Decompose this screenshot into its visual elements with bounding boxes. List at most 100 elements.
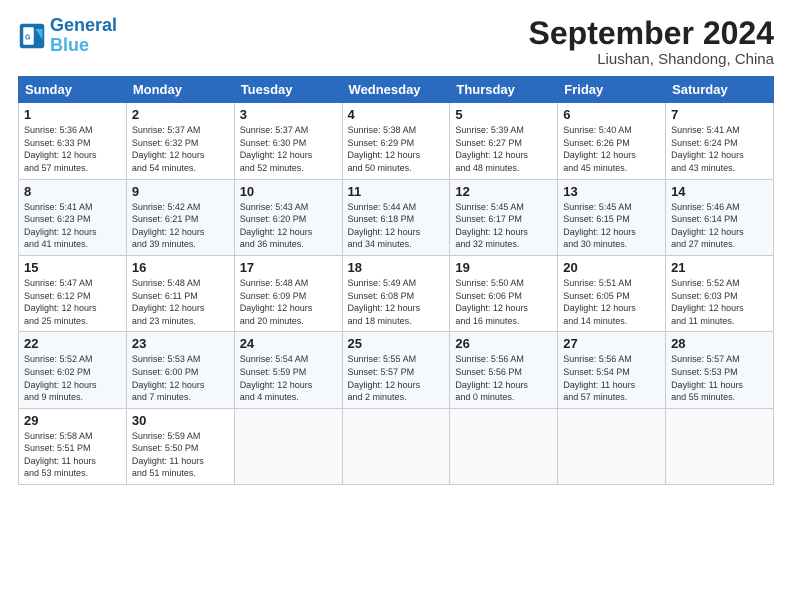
day-cell: 11 Sunrise: 5:44 AM Sunset: 6:18 PM Dayl… <box>342 179 450 255</box>
day-cell: 5 Sunrise: 5:39 AM Sunset: 6:27 PM Dayli… <box>450 103 558 179</box>
col-monday: Monday <box>126 77 234 103</box>
day-number: 29 <box>24 413 121 428</box>
day-info: Sunrise: 5:55 AM Sunset: 5:57 PM Dayligh… <box>348 353 445 403</box>
day-number: 10 <box>240 184 337 199</box>
week-row-1: 1 Sunrise: 5:36 AM Sunset: 6:33 PM Dayli… <box>19 103 774 179</box>
day-number: 3 <box>240 107 337 122</box>
day-info: Sunrise: 5:47 AM Sunset: 6:12 PM Dayligh… <box>24 277 121 327</box>
day-info: Sunrise: 5:41 AM Sunset: 6:24 PM Dayligh… <box>671 124 768 174</box>
day-number: 15 <box>24 260 121 275</box>
day-cell: 23 Sunrise: 5:53 AM Sunset: 6:00 PM Dayl… <box>126 332 234 408</box>
day-cell: 18 Sunrise: 5:49 AM Sunset: 6:08 PM Dayl… <box>342 255 450 331</box>
day-info: Sunrise: 5:48 AM Sunset: 6:11 PM Dayligh… <box>132 277 229 327</box>
week-row-5: 29 Sunrise: 5:58 AM Sunset: 5:51 PM Dayl… <box>19 408 774 484</box>
day-cell: 9 Sunrise: 5:42 AM Sunset: 6:21 PM Dayli… <box>126 179 234 255</box>
day-info: Sunrise: 5:38 AM Sunset: 6:29 PM Dayligh… <box>348 124 445 174</box>
day-info: Sunrise: 5:37 AM Sunset: 6:30 PM Dayligh… <box>240 124 337 174</box>
day-cell: 7 Sunrise: 5:41 AM Sunset: 6:24 PM Dayli… <box>666 103 774 179</box>
day-cell: 6 Sunrise: 5:40 AM Sunset: 6:26 PM Dayli… <box>558 103 666 179</box>
day-info: Sunrise: 5:59 AM Sunset: 5:50 PM Dayligh… <box>132 430 229 480</box>
day-number: 12 <box>455 184 552 199</box>
day-info: Sunrise: 5:52 AM Sunset: 6:02 PM Dayligh… <box>24 353 121 403</box>
day-cell <box>234 408 342 484</box>
day-number: 28 <box>671 336 768 351</box>
day-cell: 3 Sunrise: 5:37 AM Sunset: 6:30 PM Dayli… <box>234 103 342 179</box>
day-info: Sunrise: 5:42 AM Sunset: 6:21 PM Dayligh… <box>132 201 229 251</box>
col-thursday: Thursday <box>450 77 558 103</box>
day-number: 23 <box>132 336 229 351</box>
day-number: 21 <box>671 260 768 275</box>
day-cell <box>558 408 666 484</box>
day-number: 16 <box>132 260 229 275</box>
header-row: Sunday Monday Tuesday Wednesday Thursday… <box>19 77 774 103</box>
week-row-3: 15 Sunrise: 5:47 AM Sunset: 6:12 PM Dayl… <box>19 255 774 331</box>
day-number: 4 <box>348 107 445 122</box>
day-cell: 21 Sunrise: 5:52 AM Sunset: 6:03 PM Dayl… <box>666 255 774 331</box>
day-number: 5 <box>455 107 552 122</box>
day-info: Sunrise: 5:46 AM Sunset: 6:14 PM Dayligh… <box>671 201 768 251</box>
day-cell: 28 Sunrise: 5:57 AM Sunset: 5:53 PM Dayl… <box>666 332 774 408</box>
col-saturday: Saturday <box>666 77 774 103</box>
location-title: Liushan, Shandong, China <box>529 51 774 68</box>
logo: G General Blue <box>18 16 117 56</box>
day-info: Sunrise: 5:36 AM Sunset: 6:33 PM Dayligh… <box>24 124 121 174</box>
day-cell: 13 Sunrise: 5:45 AM Sunset: 6:15 PM Dayl… <box>558 179 666 255</box>
day-info: Sunrise: 5:56 AM Sunset: 5:56 PM Dayligh… <box>455 353 552 403</box>
day-info: Sunrise: 5:49 AM Sunset: 6:08 PM Dayligh… <box>348 277 445 327</box>
page-container: G General Blue September 2024 Liushan, S… <box>0 0 792 612</box>
day-info: Sunrise: 5:57 AM Sunset: 5:53 PM Dayligh… <box>671 353 768 403</box>
col-wednesday: Wednesday <box>342 77 450 103</box>
day-cell: 1 Sunrise: 5:36 AM Sunset: 6:33 PM Dayli… <box>19 103 127 179</box>
day-info: Sunrise: 5:39 AM Sunset: 6:27 PM Dayligh… <box>455 124 552 174</box>
day-number: 30 <box>132 413 229 428</box>
day-cell <box>666 408 774 484</box>
day-number: 1 <box>24 107 121 122</box>
logo-icon: G <box>18 22 46 50</box>
day-number: 17 <box>240 260 337 275</box>
week-row-4: 22 Sunrise: 5:52 AM Sunset: 6:02 PM Dayl… <box>19 332 774 408</box>
day-number: 20 <box>563 260 660 275</box>
col-sunday: Sunday <box>19 77 127 103</box>
day-info: Sunrise: 5:52 AM Sunset: 6:03 PM Dayligh… <box>671 277 768 327</box>
day-number: 18 <box>348 260 445 275</box>
day-number: 24 <box>240 336 337 351</box>
week-row-2: 8 Sunrise: 5:41 AM Sunset: 6:23 PM Dayli… <box>19 179 774 255</box>
day-cell: 16 Sunrise: 5:48 AM Sunset: 6:11 PM Dayl… <box>126 255 234 331</box>
day-cell <box>342 408 450 484</box>
day-cell: 8 Sunrise: 5:41 AM Sunset: 6:23 PM Dayli… <box>19 179 127 255</box>
day-info: Sunrise: 5:50 AM Sunset: 6:06 PM Dayligh… <box>455 277 552 327</box>
day-cell: 19 Sunrise: 5:50 AM Sunset: 6:06 PM Dayl… <box>450 255 558 331</box>
day-info: Sunrise: 5:54 AM Sunset: 5:59 PM Dayligh… <box>240 353 337 403</box>
day-number: 13 <box>563 184 660 199</box>
logo-line1: General <box>50 15 117 35</box>
day-number: 9 <box>132 184 229 199</box>
day-number: 27 <box>563 336 660 351</box>
day-cell: 30 Sunrise: 5:59 AM Sunset: 5:50 PM Dayl… <box>126 408 234 484</box>
day-cell: 27 Sunrise: 5:56 AM Sunset: 5:54 PM Dayl… <box>558 332 666 408</box>
day-cell: 20 Sunrise: 5:51 AM Sunset: 6:05 PM Dayl… <box>558 255 666 331</box>
day-info: Sunrise: 5:58 AM Sunset: 5:51 PM Dayligh… <box>24 430 121 480</box>
month-title: September 2024 <box>529 16 774 51</box>
day-cell: 22 Sunrise: 5:52 AM Sunset: 6:02 PM Dayl… <box>19 332 127 408</box>
day-info: Sunrise: 5:37 AM Sunset: 6:32 PM Dayligh… <box>132 124 229 174</box>
logo-line2: Blue <box>50 35 89 55</box>
day-number: 11 <box>348 184 445 199</box>
day-cell: 14 Sunrise: 5:46 AM Sunset: 6:14 PM Dayl… <box>666 179 774 255</box>
day-cell: 12 Sunrise: 5:45 AM Sunset: 6:17 PM Dayl… <box>450 179 558 255</box>
calendar-table: Sunday Monday Tuesday Wednesday Thursday… <box>18 76 774 485</box>
col-tuesday: Tuesday <box>234 77 342 103</box>
day-info: Sunrise: 5:44 AM Sunset: 6:18 PM Dayligh… <box>348 201 445 251</box>
day-info: Sunrise: 5:43 AM Sunset: 6:20 PM Dayligh… <box>240 201 337 251</box>
title-area: September 2024 Liushan, Shandong, China <box>529 16 774 68</box>
logo-text: General Blue <box>50 16 117 56</box>
day-info: Sunrise: 5:56 AM Sunset: 5:54 PM Dayligh… <box>563 353 660 403</box>
day-cell: 4 Sunrise: 5:38 AM Sunset: 6:29 PM Dayli… <box>342 103 450 179</box>
col-friday: Friday <box>558 77 666 103</box>
day-info: Sunrise: 5:51 AM Sunset: 6:05 PM Dayligh… <box>563 277 660 327</box>
day-cell: 25 Sunrise: 5:55 AM Sunset: 5:57 PM Dayl… <box>342 332 450 408</box>
day-number: 14 <box>671 184 768 199</box>
day-number: 8 <box>24 184 121 199</box>
day-cell: 26 Sunrise: 5:56 AM Sunset: 5:56 PM Dayl… <box>450 332 558 408</box>
day-cell: 24 Sunrise: 5:54 AM Sunset: 5:59 PM Dayl… <box>234 332 342 408</box>
day-number: 25 <box>348 336 445 351</box>
